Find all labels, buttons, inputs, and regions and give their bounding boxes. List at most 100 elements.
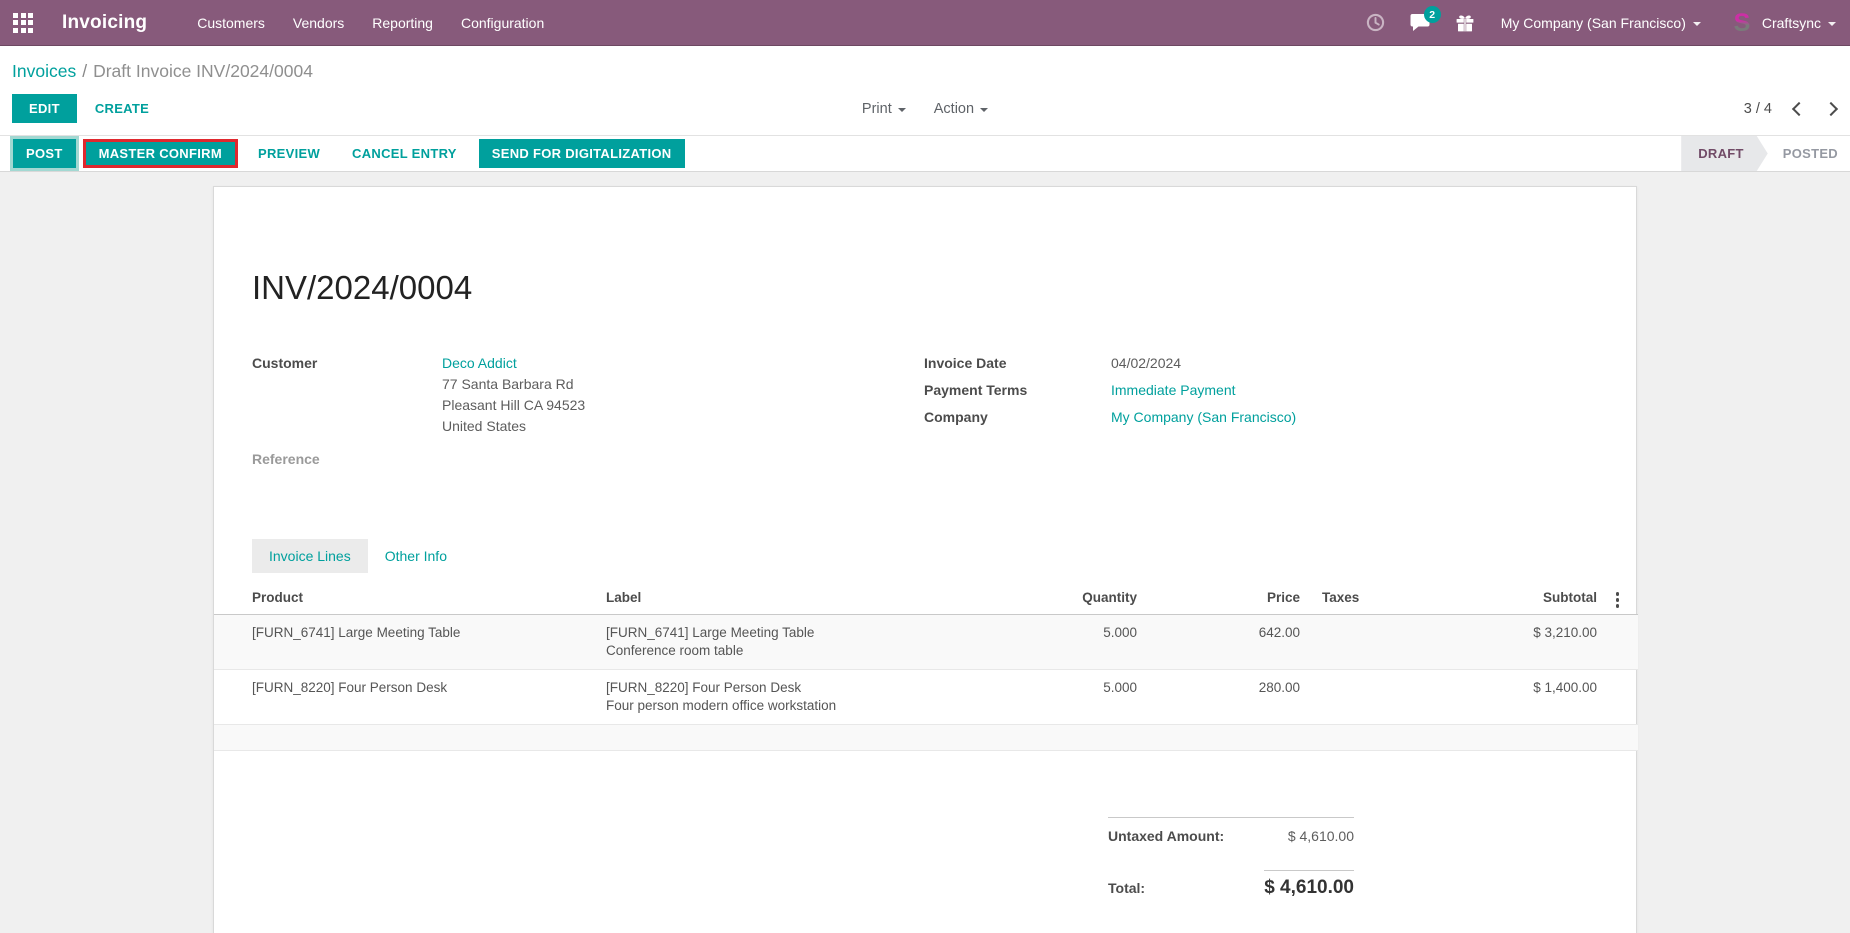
- print-label: Print: [862, 101, 892, 117]
- column-product[interactable]: Product: [214, 583, 606, 614]
- kebab-icon: [1607, 588, 1628, 608]
- state-posted[interactable]: POSTED: [1768, 136, 1850, 171]
- form-view: INV/2024/0004 Customer Deco Addict 77 Sa…: [0, 172, 1850, 933]
- pager-count: 3 / 4: [1744, 101, 1772, 117]
- untaxed-amount-label: Untaxed Amount:: [1108, 828, 1224, 844]
- reference-label: Reference: [252, 451, 924, 467]
- totals-block: Untaxed Amount: $ 4,610.00 Total: $ 4,61…: [1108, 817, 1354, 899]
- cell-price: 280.00: [1147, 669, 1310, 724]
- invoice-number-title: INV/2024/0004: [214, 187, 1636, 307]
- chevron-down-icon: [1828, 22, 1836, 26]
- action-label: Action: [934, 101, 974, 117]
- menu-reporting[interactable]: Reporting: [358, 0, 447, 45]
- tab-other-info[interactable]: Other Info: [368, 539, 464, 573]
- cancel-entry-button[interactable]: CANCEL ENTRY: [342, 139, 467, 168]
- activities-button[interactable]: [1354, 0, 1397, 45]
- cell-product: [FURN_8220] Four Person Desk: [214, 669, 606, 724]
- empty-row[interactable]: [214, 724, 1638, 750]
- cell-quantity: 5.000: [994, 614, 1147, 669]
- total-value: $ 4,610.00: [1264, 870, 1354, 899]
- cell-product: [FURN_6741] Large Meeting Table: [214, 614, 606, 669]
- untaxed-amount-value: $ 4,610.00: [1288, 828, 1354, 844]
- column-taxes[interactable]: Taxes: [1310, 583, 1410, 614]
- cell-label: [FURN_8220] Four Person Desk Four person…: [606, 669, 994, 724]
- chevron-down-icon: [898, 108, 906, 112]
- invoice-fields: Customer Deco Addict 77 Santa Barbara Rd…: [214, 353, 1636, 467]
- company-link[interactable]: My Company (San Francisco): [1111, 407, 1296, 428]
- chevron-down-icon: [980, 108, 988, 112]
- post-button[interactable]: POST: [13, 139, 76, 168]
- gift-icon: [1455, 13, 1475, 33]
- action-dropdown[interactable]: Action: [934, 101, 988, 117]
- invoice-date-value: 04/02/2024: [1111, 353, 1181, 374]
- message-count-badge: 2: [1424, 6, 1441, 23]
- svg-text:S: S: [1734, 10, 1751, 36]
- company-label: Company: [924, 407, 1111, 428]
- optional-columns-toggle[interactable]: [1607, 583, 1638, 614]
- customer-label: Customer: [252, 353, 442, 437]
- fields-left-column: Customer Deco Addict 77 Santa Barbara Rd…: [252, 353, 924, 467]
- customer-value-block: Deco Addict 77 Santa Barbara Rd Pleasant…: [442, 353, 585, 437]
- cell-quantity: 5.000: [994, 669, 1147, 724]
- control-buttons-row: EDIT CREATE Print Action 3 / 4: [0, 84, 1850, 135]
- grid-icon: [13, 13, 33, 33]
- company-switcher-label: My Company (San Francisco): [1501, 15, 1686, 31]
- menu-customers[interactable]: Customers: [183, 0, 279, 45]
- rewards-button[interactable]: [1443, 0, 1487, 45]
- tab-invoice-lines[interactable]: Invoice Lines: [252, 539, 368, 573]
- edit-button[interactable]: EDIT: [12, 94, 77, 123]
- total-label: Total:: [1108, 880, 1145, 896]
- send-for-digitalization-button[interactable]: SEND FOR DIGITALIZATION: [479, 139, 685, 168]
- status-widget: DRAFT POSTED: [1681, 136, 1850, 171]
- top-navbar: Invoicing Customers Vendors Reporting Co…: [0, 0, 1850, 46]
- cell-subtotal: $ 3,210.00: [1410, 614, 1607, 669]
- payment-terms-label: Payment Terms: [924, 380, 1111, 401]
- preview-button[interactable]: PREVIEW: [248, 139, 330, 168]
- apps-menu-icon[interactable]: [0, 0, 46, 46]
- company-switcher[interactable]: My Company (San Francisco): [1487, 0, 1715, 45]
- customer-link[interactable]: Deco Addict: [442, 355, 517, 371]
- cell-taxes: [1310, 614, 1410, 669]
- print-dropdown[interactable]: Print: [862, 101, 906, 117]
- breadcrumb: Invoices/Draft Invoice INV/2024/0004: [0, 46, 1850, 84]
- invoice-date-label: Invoice Date: [924, 353, 1111, 374]
- messages-button[interactable]: 2: [1397, 0, 1443, 45]
- table-row[interactable]: [FURN_8220] Four Person Desk [FURN_8220]…: [214, 669, 1638, 724]
- address-line: Pleasant Hill CA 94523: [442, 395, 585, 416]
- menu-configuration[interactable]: Configuration: [447, 0, 558, 45]
- menu-vendors[interactable]: Vendors: [279, 0, 358, 45]
- payment-terms-link[interactable]: Immediate Payment: [1111, 380, 1236, 401]
- column-quantity[interactable]: Quantity: [994, 583, 1147, 614]
- notebook-tabs: Invoice Lines Other Info: [252, 539, 1636, 573]
- column-subtotal[interactable]: Subtotal: [1410, 583, 1607, 614]
- main-menu: Customers Vendors Reporting Configuratio…: [183, 0, 558, 45]
- state-draft[interactable]: DRAFT: [1681, 136, 1768, 171]
- user-menu[interactable]: S Craftsync: [1715, 0, 1850, 45]
- cell-taxes: [1310, 669, 1410, 724]
- address-line: United States: [442, 416, 585, 437]
- breadcrumb-separator: /: [76, 61, 93, 81]
- address-line: 77 Santa Barbara Rd: [442, 374, 585, 395]
- clock-icon: [1366, 13, 1385, 32]
- table-row[interactable]: [FURN_6741] Large Meeting Table [FURN_67…: [214, 614, 1638, 669]
- breadcrumb-current: Draft Invoice INV/2024/0004: [93, 61, 313, 81]
- create-button[interactable]: CREATE: [95, 101, 149, 116]
- invoice-sheet: INV/2024/0004 Customer Deco Addict 77 Sa…: [213, 186, 1637, 933]
- breadcrumb-invoices-link[interactable]: Invoices: [12, 61, 76, 81]
- column-price[interactable]: Price: [1147, 583, 1310, 614]
- table-header-row: Product Label Quantity Price Taxes Subto…: [214, 583, 1638, 614]
- pager-previous-icon[interactable]: [1792, 101, 1806, 115]
- navbar-systray: 2 My Company (San Francisco): [1354, 0, 1850, 45]
- pager: 3 / 4: [1744, 101, 1836, 117]
- master-confirm-button[interactable]: MASTER CONFIRM: [83, 139, 238, 168]
- fields-right-column: Invoice Date 04/02/2024 Payment Terms Im…: [924, 353, 1598, 467]
- cell-subtotal: $ 1,400.00: [1410, 669, 1607, 724]
- center-actions: Print Action: [795, 101, 1055, 117]
- chevron-down-icon: [1693, 22, 1701, 26]
- column-label[interactable]: Label: [606, 583, 994, 614]
- control-panel: Invoices/Draft Invoice INV/2024/0004 EDI…: [0, 46, 1850, 135]
- pager-next-icon[interactable]: [1824, 101, 1838, 115]
- avatar: S: [1729, 10, 1755, 36]
- invoice-lines-table: Product Label Quantity Price Taxes Subto…: [214, 583, 1638, 751]
- app-name[interactable]: Invoicing: [62, 12, 147, 34]
